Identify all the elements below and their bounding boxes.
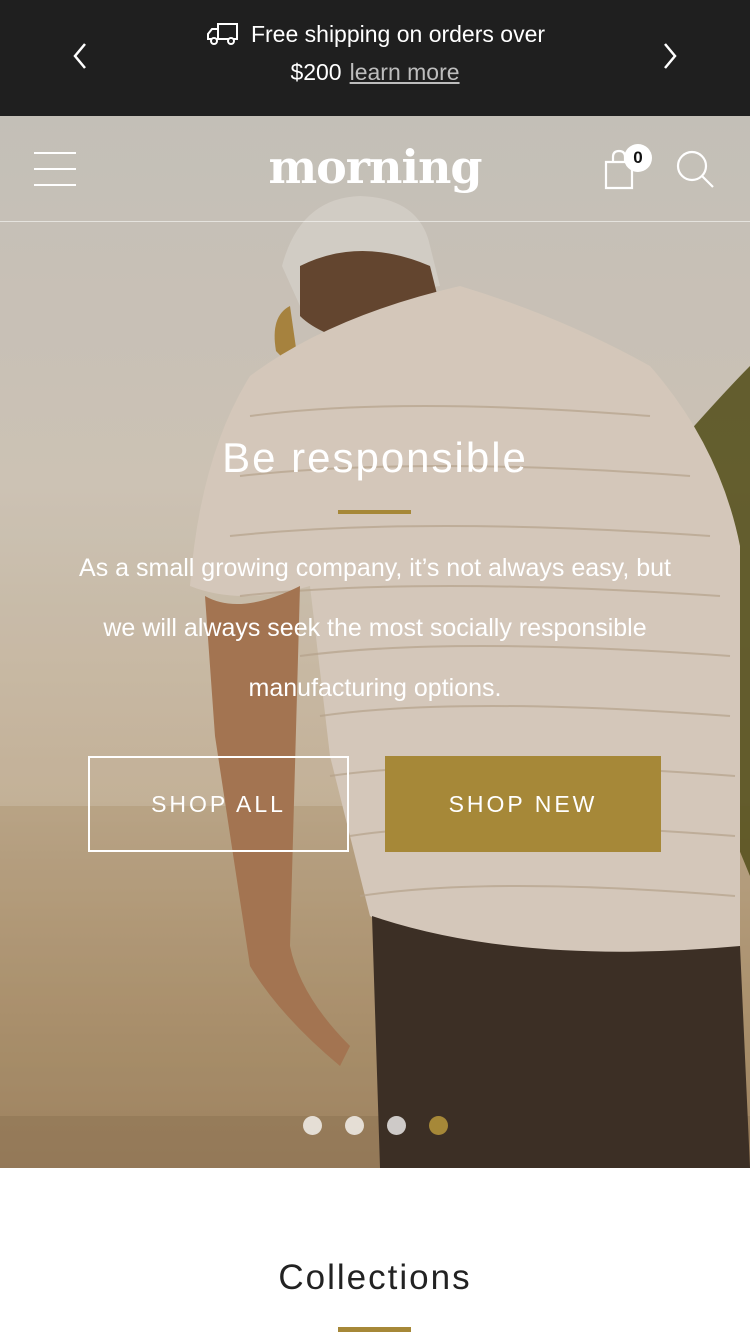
hero-description: As a small growing company, it’s not alw… — [79, 554, 671, 702]
hero-banner: morning 0 Be responsible As a small grow… — [0, 116, 750, 1168]
slide-dot[interactable] — [344, 1116, 364, 1135]
chevron-right-icon[interactable] — [652, 38, 688, 74]
slide-dot[interactable] — [386, 1116, 406, 1135]
learn-more-link[interactable]: learn more — [350, 59, 460, 85]
truck-icon — [205, 21, 241, 56]
chevron-left-icon[interactable] — [62, 38, 98, 74]
announcement-text-line1: Free shipping on orders over — [250, 21, 546, 47]
search-icon[interactable] — [674, 148, 716, 190]
slide-indicators — [0, 1116, 750, 1135]
slide-dot-active[interactable] — [428, 1116, 448, 1135]
slide-dot[interactable] — [302, 1116, 322, 1135]
hero-divider — [338, 510, 411, 514]
announcement-bar: Free shipping on orders over $200 learn m… — [0, 0, 750, 116]
announcement-text-line2: $200 — [290, 59, 342, 85]
hero-title: Be responsible — [222, 434, 528, 481]
collections-divider — [338, 1327, 411, 1332]
collections-heading: Collections — [278, 1258, 472, 1297]
announcement-message: Free shipping on orders over $200 learn m… — [150, 18, 600, 89]
shop-all-button[interactable]: SHOP ALL — [88, 756, 349, 852]
shop-new-button[interactable]: SHOP NEW — [385, 756, 661, 852]
site-header: morning 0 — [0, 116, 750, 222]
cart-count-badge: 0 — [624, 144, 652, 172]
